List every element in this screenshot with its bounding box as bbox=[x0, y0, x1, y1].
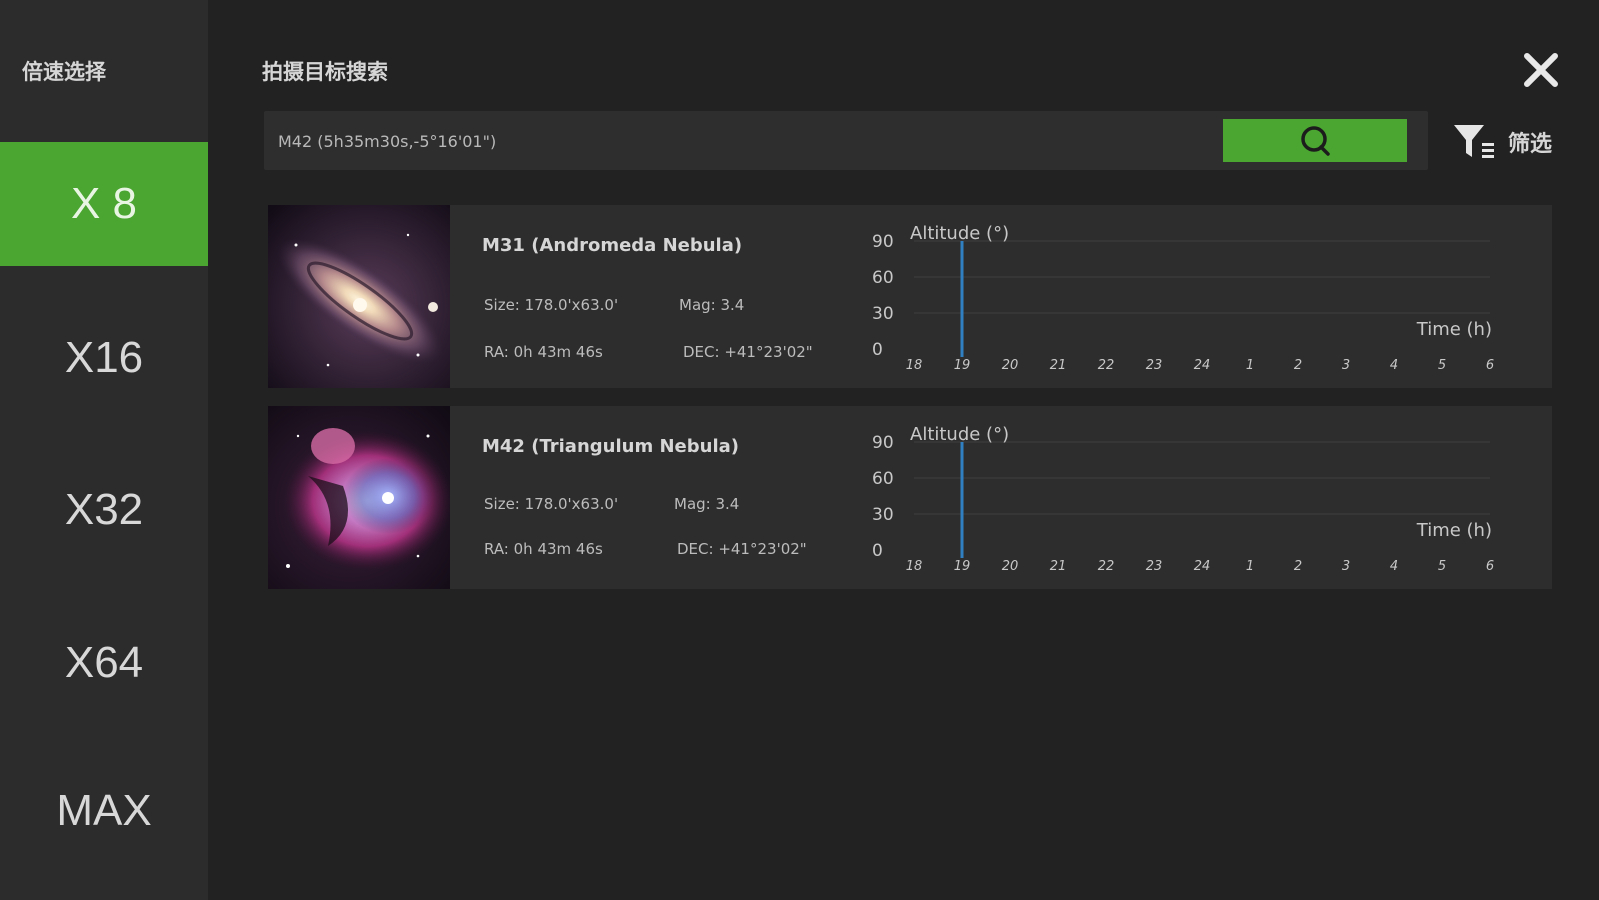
target-ra: RA: 0h 43m 46s bbox=[484, 343, 603, 361]
x-tick-label: 1 bbox=[1246, 559, 1254, 574]
x-tick-label: 24 bbox=[1194, 358, 1211, 373]
speed-option-max[interactable]: MAX bbox=[0, 749, 208, 873]
close-button[interactable] bbox=[1519, 48, 1563, 92]
target-ra: RA: 0h 43m 46s bbox=[484, 540, 603, 558]
speed-sidebar: 倍速选择 X 8 X16 X32 X64 MAX bbox=[0, 0, 208, 900]
x-tick-label: 6 bbox=[1486, 358, 1494, 373]
altitude-chart: 9060300Altitude (°)Time (h)18 19 20 21 22 23 2… bbox=[872, 424, 1494, 574]
y-tick-label: 0 bbox=[872, 541, 883, 561]
x-tick-label: 2 bbox=[1294, 559, 1302, 574]
y-tick-label: 90 bbox=[872, 433, 894, 453]
x-tick-label: 5 bbox=[1438, 358, 1446, 373]
x-tick-label: 18 bbox=[906, 358, 923, 373]
y-tick-label: 60 bbox=[872, 268, 894, 288]
nebula-image bbox=[268, 406, 450, 589]
search-button[interactable] bbox=[1223, 119, 1407, 162]
search-bar bbox=[264, 111, 1428, 172]
y-tick-label: 30 bbox=[872, 304, 894, 324]
x-tick-label: 24 bbox=[1194, 559, 1211, 574]
x-tick-label: 19 bbox=[954, 559, 971, 574]
close-icon bbox=[1524, 53, 1558, 87]
x-tick-label: 21 bbox=[1050, 559, 1067, 574]
x-tick-label: 1 bbox=[1246, 358, 1254, 373]
x-tick-label: 3 bbox=[1342, 358, 1350, 373]
x-tick-label: 4 bbox=[1390, 559, 1398, 574]
sidebar-title: 倍速选择 bbox=[22, 60, 106, 84]
filter-label: 筛选 bbox=[1508, 132, 1553, 157]
search-icon bbox=[1301, 125, 1330, 156]
x-tick-label: 22 bbox=[1098, 358, 1115, 373]
x-tick-label: 21 bbox=[1050, 358, 1067, 373]
speed-option-label: X 8 bbox=[70, 179, 138, 228]
speed-option-label: X16 bbox=[64, 333, 144, 382]
y-tick-label: 60 bbox=[872, 469, 894, 489]
speed-option-label: X64 bbox=[64, 638, 144, 687]
x-tick-label: 3 bbox=[1342, 559, 1350, 574]
filter-button[interactable]: 筛选 bbox=[1452, 120, 1552, 164]
x-tick-label: 23 bbox=[1146, 358, 1163, 373]
x-tick-label: 20 bbox=[1002, 559, 1019, 574]
result-card[interactable]: M31 (Andromeda Nebula) Size: 178.0'x63.0… bbox=[268, 205, 1552, 388]
x-tick-label: 23 bbox=[1146, 559, 1163, 574]
target-name: M31 (Andromeda Nebula) bbox=[482, 235, 743, 256]
x-tick-label: 18 bbox=[906, 559, 923, 574]
target-mag: Mag: 3.4 bbox=[679, 296, 745, 314]
speed-option-label: MAX bbox=[56, 786, 152, 835]
y-tick-label: 90 bbox=[872, 232, 894, 252]
x-tick-label: 6 bbox=[1486, 559, 1494, 574]
y-axis-label: Altitude (°) bbox=[910, 424, 1009, 445]
x-tick-label: 5 bbox=[1438, 559, 1446, 574]
x-tick-label: 4 bbox=[1390, 358, 1398, 373]
y-tick-label: 0 bbox=[872, 340, 883, 360]
speed-option-label: X32 bbox=[64, 485, 144, 534]
page-title: 拍摄目标搜索 bbox=[262, 60, 388, 84]
x-tick-label: 20 bbox=[1002, 358, 1019, 373]
y-axis-label: Altitude (°) bbox=[910, 223, 1009, 244]
x-tick-label: 2 bbox=[1294, 358, 1302, 373]
target-size: Size: 178.0'x63.0' bbox=[484, 296, 619, 314]
target-name: M42 (Triangulum Nebula) bbox=[482, 436, 739, 457]
x-axis-label: Time (h) bbox=[1416, 319, 1492, 340]
target-dec: DEC: +41°23'02" bbox=[677, 540, 807, 558]
filter-icon bbox=[1454, 125, 1494, 158]
x-tick-label: 22 bbox=[1098, 559, 1115, 574]
target-dec: DEC: +41°23'02" bbox=[683, 343, 813, 361]
y-tick-label: 30 bbox=[872, 505, 894, 525]
target-size: Size: 178.0'x63.0' bbox=[484, 495, 619, 513]
x-tick-label: 19 bbox=[954, 358, 971, 373]
x-axis-label: Time (h) bbox=[1416, 520, 1492, 541]
search-input[interactable] bbox=[276, 111, 1180, 172]
galaxy-image bbox=[268, 205, 450, 388]
speed-option-x64[interactable]: X64 bbox=[0, 601, 208, 725]
speed-option-x8[interactable]: X 8 bbox=[0, 142, 208, 266]
speed-option-x16[interactable]: X16 bbox=[0, 296, 208, 420]
result-card[interactable]: M42 (Triangulum Nebula) Size: 178.0'x63.… bbox=[268, 406, 1552, 589]
altitude-chart: 9060300Altitude (°)Time (h)18 19 20 21 22 23 2… bbox=[872, 223, 1494, 373]
target-mag: Mag: 3.4 bbox=[674, 495, 740, 513]
speed-option-x32[interactable]: X32 bbox=[0, 448, 208, 572]
